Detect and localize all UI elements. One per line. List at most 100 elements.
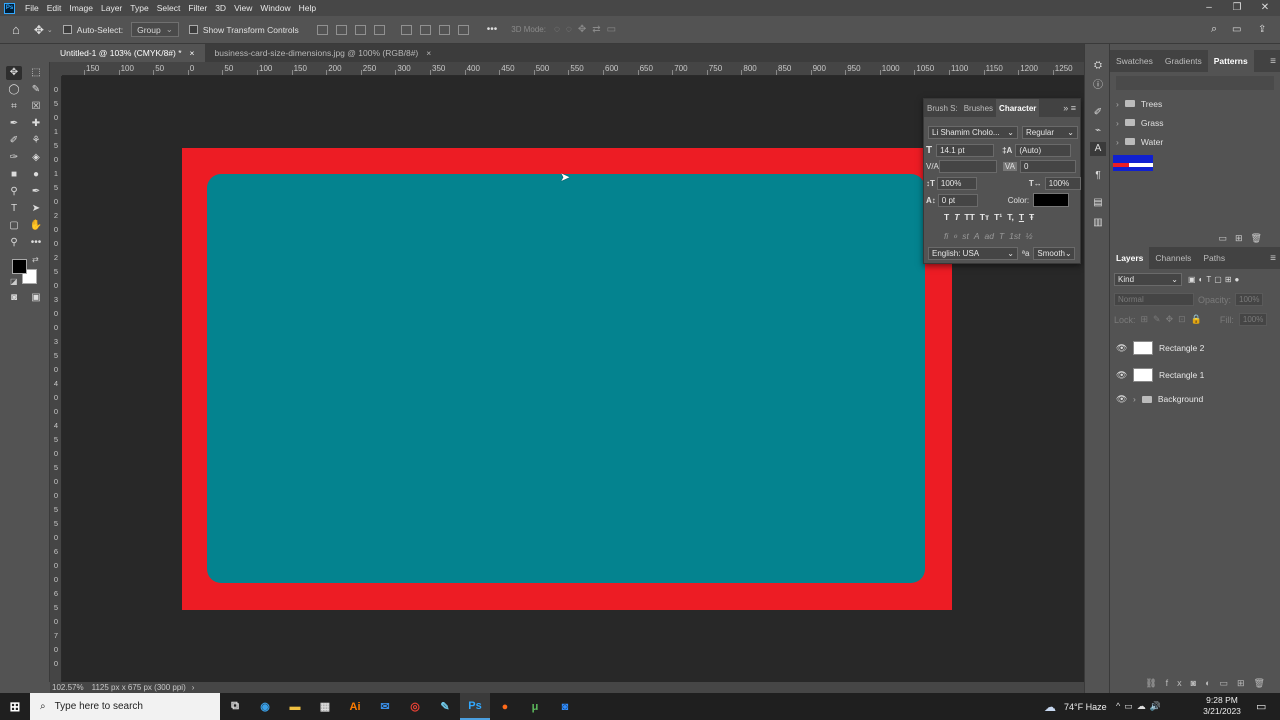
type-tool-icon[interactable]: T xyxy=(6,202,22,216)
magic-wand-icon[interactable]: ✎ xyxy=(28,83,44,97)
pattern-search[interactable] xyxy=(1116,76,1274,90)
layer-row-background[interactable]: 👁 › Background xyxy=(1110,388,1280,410)
layer-actions-icon[interactable]: ⛓fx◙◐▭⊞🗑 xyxy=(1145,678,1274,689)
faux-bold-button[interactable]: T xyxy=(944,212,949,222)
close-tab-icon[interactable]: × xyxy=(190,48,195,58)
underline-button[interactable]: T xyxy=(1019,212,1024,222)
photoshop-taskbar-icon[interactable]: Ps xyxy=(460,693,490,720)
lasso-tool-icon[interactable]: ◯ xyxy=(6,83,22,97)
illustrator-icon[interactable]: Ai xyxy=(340,693,370,720)
firefox-icon[interactable]: ● xyxy=(490,693,520,720)
zoom-level[interactable]: 102.57% xyxy=(52,683,84,692)
notepad-icon[interactable]: ✎ xyxy=(430,693,460,720)
menu-image[interactable]: Image xyxy=(65,3,97,13)
tab-untitled-1[interactable]: Untitled-1 @ 103% (CMYK/8#) * × xyxy=(50,44,205,62)
move-tool-icon[interactable]: ✥ xyxy=(6,66,22,80)
distribute-icon[interactable] xyxy=(457,24,469,35)
hand-tool-icon[interactable]: ✋ xyxy=(28,219,44,233)
tab-patterns[interactable]: Patterns xyxy=(1207,50,1254,72)
brush-icon[interactable]: ✐ xyxy=(1090,106,1106,120)
workspace-icon[interactable]: ▭ xyxy=(1232,24,1241,35)
menu-filter[interactable]: Filter xyxy=(184,3,211,13)
show-transform-checkbox[interactable]: Show Transform Controls xyxy=(188,25,299,35)
tab-character[interactable]: Character xyxy=(996,99,1040,117)
tab-swatches[interactable]: Swatches xyxy=(1110,50,1159,72)
pattern-folder-trees[interactable]: › Trees xyxy=(1110,94,1280,113)
faux-italic-button[interactable]: T xyxy=(954,212,959,222)
visibility-eye-icon[interactable]: 👁 xyxy=(1116,394,1127,405)
3d-icon[interactable]: ⛭ xyxy=(1090,59,1106,73)
lock-icons[interactable]: ⊞✎✥⊡🔒 xyxy=(1141,314,1207,325)
tab-channels[interactable]: Channels xyxy=(1149,247,1197,269)
tab-brushes[interactable]: Brushes xyxy=(961,99,996,117)
menu-view[interactable]: View xyxy=(230,3,256,13)
clock[interactable]: 9:28 PM 3/21/2023 xyxy=(1196,695,1248,717)
zoom-icon[interactable]: ◙ xyxy=(550,693,580,720)
align-middle-icon[interactable] xyxy=(419,24,431,35)
info-icon[interactable]: ⓘ xyxy=(1090,79,1106,93)
minimize-icon[interactable]: – xyxy=(1198,0,1220,15)
edit-toolbar-icon[interactable]: ••• xyxy=(28,236,44,250)
notification-icon[interactable]: ▭ xyxy=(1256,700,1266,713)
brush-tool-icon[interactable]: ✐ xyxy=(6,134,22,148)
all-caps-button[interactable]: TT xyxy=(964,212,974,222)
align-justify-icon[interactable] xyxy=(373,24,385,35)
system-tray-icons[interactable]: ^▭☁🔊 xyxy=(1116,701,1165,712)
paragraph-icon[interactable]: ¶ xyxy=(1090,169,1106,183)
ligatures-button[interactable]: fi xyxy=(944,231,948,241)
path-selection-icon[interactable]: ➤ xyxy=(28,202,44,216)
align-top-icon[interactable] xyxy=(400,24,412,35)
font-style-select[interactable]: Regular ⌄ xyxy=(1022,126,1078,139)
fill-field[interactable]: 100% xyxy=(1238,313,1267,326)
history-brush-icon[interactable]: ✑ xyxy=(6,151,22,165)
titling-alternates-button[interactable]: T xyxy=(999,231,1004,241)
weather-icon[interactable]: ☁ xyxy=(1044,700,1056,714)
kerning-field[interactable] xyxy=(938,160,997,173)
mail-icon[interactable]: ✉ xyxy=(370,693,400,720)
layer-row-rectangle-2[interactable]: 👁 Rectangle 2 xyxy=(1110,334,1280,362)
auto-select-checkbox[interactable]: Auto-Select: xyxy=(62,25,123,35)
superscript-button[interactable]: T¹ xyxy=(994,212,1002,222)
properties-icon[interactable]: ▤ xyxy=(1090,196,1106,210)
menu-3d[interactable]: 3D xyxy=(211,3,230,13)
align-bottom-icon[interactable] xyxy=(438,24,450,35)
menu-help[interactable]: Help xyxy=(295,3,320,13)
font-size-field[interactable]: 14.1 pt xyxy=(936,144,995,157)
weather-text[interactable]: 74°F Haze xyxy=(1064,702,1107,712)
foreground-color-swatch[interactable] xyxy=(12,259,27,274)
menu-select[interactable]: Select xyxy=(153,3,185,13)
fractions-button[interactable]: ½ xyxy=(1026,231,1033,241)
windows-start-icon[interactable]: ⊞ xyxy=(0,693,30,720)
chrome-icon[interactable]: ◎ xyxy=(400,693,430,720)
more-options-icon[interactable]: ••• xyxy=(487,24,498,35)
discretionary-ligature-button[interactable]: st xyxy=(962,231,969,241)
pattern-folder-water[interactable]: › Water xyxy=(1110,132,1280,151)
pen-tool-icon[interactable]: ✒ xyxy=(28,185,44,199)
swap-colors-icon[interactable]: ⇄ xyxy=(32,255,39,264)
brush-settings-icon[interactable]: ⌁ xyxy=(1090,124,1106,138)
default-colors-icon[interactable]: ◪ xyxy=(10,277,18,286)
checkbox-icon[interactable] xyxy=(62,25,72,34)
strikethrough-button[interactable]: Ŧ xyxy=(1029,212,1034,222)
gradient-tool-icon[interactable]: ■ xyxy=(6,168,22,182)
opacity-field[interactable]: 100% xyxy=(1235,293,1264,306)
align-right-icon[interactable] xyxy=(354,24,366,35)
leading-field[interactable]: (Auto) xyxy=(1015,144,1072,157)
quick-mask-icon[interactable]: ◙ xyxy=(6,291,22,305)
status-menu-icon[interactable]: › xyxy=(192,683,195,692)
eraser-tool-icon[interactable]: ◈ xyxy=(28,151,44,165)
panel-menu-icon[interactable]: ≡ xyxy=(1270,56,1276,67)
tab-paths[interactable]: Paths xyxy=(1197,247,1231,269)
baseline-shift-field[interactable]: 0 pt xyxy=(937,193,978,207)
menu-file[interactable]: File xyxy=(21,3,43,13)
tab-gradients[interactable]: Gradients xyxy=(1159,50,1208,72)
group-select[interactable]: Group ⌄ xyxy=(131,22,179,37)
visibility-eye-icon[interactable]: 👁 xyxy=(1116,343,1127,354)
character-icon[interactable]: A xyxy=(1090,142,1106,156)
blur-tool-icon[interactable]: ● xyxy=(28,168,44,182)
eyedropper-icon[interactable]: ✒ xyxy=(6,117,22,131)
layer-row-rectangle-1[interactable]: 👁 Rectangle 1 xyxy=(1110,362,1280,388)
panel-menu-icon[interactable]: » ≡ xyxy=(1063,103,1076,113)
close-icon[interactable]: ✕ xyxy=(1254,0,1276,15)
anti-alias-select[interactable]: Smooth ⌄ xyxy=(1033,247,1076,260)
